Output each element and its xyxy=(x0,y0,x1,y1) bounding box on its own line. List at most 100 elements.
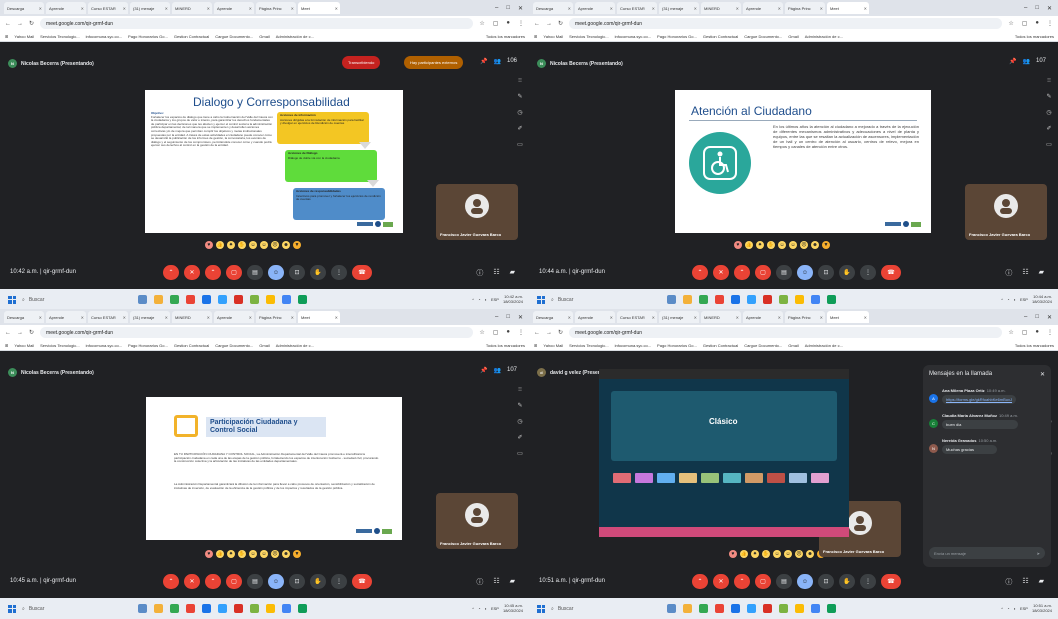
star-icon[interactable]: ☆ xyxy=(1008,329,1013,336)
language-indicator[interactable]: ESP xyxy=(491,606,499,611)
more-icon[interactable]: ⋮ xyxy=(331,574,347,589)
profile-icon[interactable]: ● xyxy=(506,20,510,27)
volume-icon[interactable]: ◖ xyxy=(485,297,487,302)
cry-icon[interactable]: ☹ xyxy=(795,550,803,558)
forward-icon[interactable]: → xyxy=(546,21,552,27)
menu-icon[interactable]: ⋮ xyxy=(1047,329,1053,336)
windows-start-icon[interactable] xyxy=(8,295,16,304)
sheets-icon[interactable] xyxy=(827,295,836,304)
info-icon[interactable]: ⓘ xyxy=(476,268,483,278)
chat-icon[interactable]: ▰ xyxy=(510,268,515,278)
tray-chevron-icon[interactable]: ^ xyxy=(1001,606,1003,611)
camera-off-button[interactable]: ▢ xyxy=(755,574,771,589)
forward-icon[interactable]: → xyxy=(17,330,23,336)
close-tab-icon[interactable]: ✕ xyxy=(820,315,823,320)
grid-icon[interactable]: ⁝⁝ xyxy=(518,77,522,84)
bookmark[interactable]: Gmail xyxy=(259,343,269,348)
present-icon[interactable]: ⊡ xyxy=(289,265,305,280)
excel-icon[interactable] xyxy=(250,295,259,304)
bookmark[interactable]: Pago Honorarios Go... xyxy=(128,34,168,39)
chat-icon[interactable]: ▰ xyxy=(1039,268,1044,278)
close-tab-icon[interactable]: ✕ xyxy=(123,6,126,11)
chrome-icon[interactable] xyxy=(699,295,708,304)
browser-tab-active[interactable]: Meet ✕ xyxy=(298,311,340,323)
bookmark[interactable]: Gestion Contractual xyxy=(703,343,738,348)
volume-icon[interactable]: ◖ xyxy=(1014,606,1016,611)
close-tab-icon[interactable]: ✕ xyxy=(610,6,613,11)
thumbs-up-icon[interactable]: 👍 xyxy=(745,241,753,249)
maximize-icon[interactable]: □ xyxy=(506,5,510,12)
cry-icon[interactable]: ☹ xyxy=(271,550,279,558)
all-bookmarks[interactable]: Todos los marcadores xyxy=(486,34,529,39)
bookmark[interactable]: Administración de c... xyxy=(805,34,843,39)
mute-button[interactable]: ✕ xyxy=(184,265,200,280)
cry-icon[interactable]: ☹ xyxy=(271,241,279,249)
clap-icon[interactable]: ✋ xyxy=(767,241,775,249)
thumbs-down-icon[interactable]: ▼ xyxy=(293,550,301,558)
browser-tab[interactable]: Curso ESTAR ✕ xyxy=(617,2,657,14)
url-input[interactable]: meet.google.com/qir-grmf-dun xyxy=(40,18,474,29)
close-window-icon[interactable]: ✕ xyxy=(1047,5,1052,12)
more-icon[interactable]: ⋮ xyxy=(331,265,347,280)
draw-icon[interactable]: ✐ xyxy=(517,125,522,132)
file-explorer-icon[interactable] xyxy=(683,604,692,613)
close-tab-icon[interactable]: ✕ xyxy=(291,6,294,11)
info-icon[interactable]: ⓘ xyxy=(1005,268,1012,278)
bookmark[interactable]: infocomuna.syc.co... xyxy=(86,343,122,348)
bookmark[interactable]: Gmail xyxy=(259,34,269,39)
url-input[interactable]: meet.google.com/qir-grmf-dun xyxy=(569,18,1003,29)
laugh-icon[interactable]: ☺ xyxy=(249,241,257,249)
forward-icon[interactable]: → xyxy=(546,330,552,336)
bookmark[interactable]: Gmail xyxy=(788,343,798,348)
laugh-icon[interactable]: ☺ xyxy=(773,550,781,558)
close-tab-icon[interactable]: ✕ xyxy=(291,315,294,320)
close-tab-icon[interactable]: ✕ xyxy=(778,315,781,320)
mic-off-icon[interactable]: ⌃ xyxy=(163,265,179,280)
language-indicator[interactable]: ESP xyxy=(1020,297,1028,302)
keyboard-icon[interactable]: ▭ xyxy=(517,450,523,457)
pen-icon[interactable]: ✎ xyxy=(1046,93,1051,100)
more-icon[interactable]: ⋮ xyxy=(860,265,876,280)
thumbs-up-icon[interactable]: 👍 xyxy=(740,550,748,558)
thinking-icon[interactable]: ☻ xyxy=(811,241,819,249)
back-icon[interactable]: ← xyxy=(534,330,540,336)
close-tab-icon[interactable]: ✕ xyxy=(207,315,210,320)
grid-icon[interactable]: ⁝⁝ xyxy=(518,386,522,393)
people-count-icon[interactable]: 👥 xyxy=(494,58,501,65)
office-icon[interactable] xyxy=(234,295,243,304)
surprise-icon[interactable]: ☺ xyxy=(260,550,268,558)
sheets-icon[interactable] xyxy=(298,295,307,304)
pen-icon[interactable]: ✎ xyxy=(517,402,522,409)
app-icon[interactable] xyxy=(186,295,195,304)
browser-tab[interactable]: Aprende ✕ xyxy=(575,2,615,14)
party-icon[interactable]: ✷ xyxy=(227,241,235,249)
browser-tab[interactable]: Aprende ✕ xyxy=(214,2,254,14)
bookmark[interactable]: infocomuna.syc.co... xyxy=(86,34,122,39)
bookmark[interactable]: Yahoo Mail xyxy=(543,343,563,348)
hangup-icon[interactable]: ☎ xyxy=(881,574,901,589)
captions-icon[interactable]: ▤ xyxy=(776,265,792,280)
browser-tab[interactable]: Curso ESTAR ✕ xyxy=(617,311,657,323)
hand-icon[interactable]: ✋ xyxy=(839,265,855,280)
bookmark[interactable]: Pago Honorarios Go... xyxy=(128,343,168,348)
sheets-icon[interactable] xyxy=(827,604,836,613)
bookmark[interactable]: Cargue Documento... xyxy=(744,34,782,39)
bookmark[interactable]: Administración de c... xyxy=(276,343,314,348)
thumbs-down-icon[interactable]: ▼ xyxy=(293,241,301,249)
back-icon[interactable]: ← xyxy=(5,330,11,336)
people-icon[interactable]: ☷ xyxy=(1022,577,1028,587)
pin-icon[interactable]: 📌 xyxy=(1009,58,1016,65)
people-icon[interactable]: ☷ xyxy=(1022,268,1028,278)
taskbar-search[interactable]: ⌕ Buscar xyxy=(551,297,573,303)
mute-button[interactable]: ✕ xyxy=(713,574,729,589)
mic-off-icon[interactable]: ⌃ xyxy=(163,574,179,589)
close-tab-icon[interactable]: ✕ xyxy=(335,6,338,11)
close-tab-icon[interactable]: ✕ xyxy=(820,6,823,11)
browser-tab-active[interactable]: Meet ✕ xyxy=(827,311,869,323)
thumbs-down-icon[interactable]: ▼ xyxy=(822,241,830,249)
close-tab-icon[interactable]: ✕ xyxy=(694,315,697,320)
thumbs-up-icon[interactable]: 👍 xyxy=(216,550,224,558)
thinking-icon[interactable]: ☻ xyxy=(806,550,814,558)
people-icon[interactable]: ☷ xyxy=(493,268,499,278)
grid-icon[interactable]: ⁝⁝ xyxy=(1047,77,1051,84)
